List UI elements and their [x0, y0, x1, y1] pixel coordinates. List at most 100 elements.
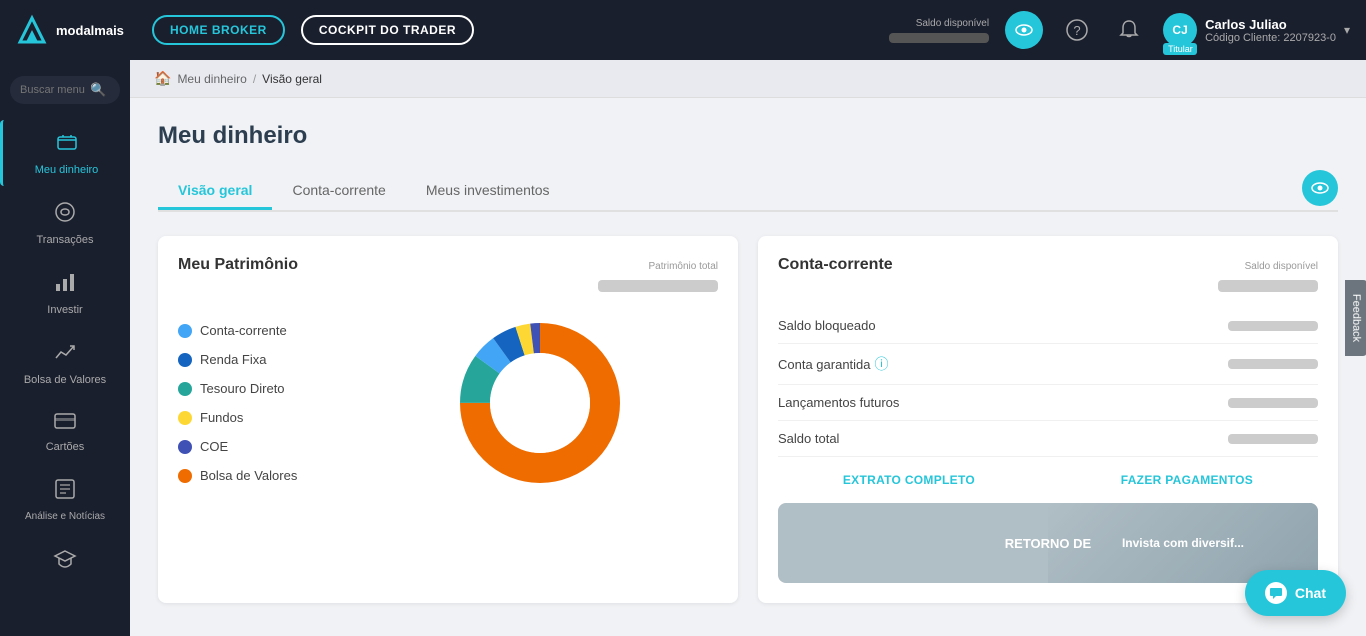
legend-dot-bolsa [178, 469, 192, 483]
sidebar-item-educacao[interactable] [0, 537, 130, 587]
promo-area: RETORNO DE Invista com diversif... [778, 503, 1318, 583]
feedback-tab[interactable]: Feedback [1345, 280, 1366, 356]
donut-chart [445, 308, 635, 498]
tab-meus-investimentos[interactable]: Meus investimentos [406, 172, 570, 208]
notification-button[interactable] [1111, 12, 1147, 48]
patrimonio-card-title: Meu Patrimônio [178, 256, 298, 274]
analise-icon [53, 477, 77, 507]
sidebar-item-label-analise-noticias: Análise e Notícias [25, 511, 105, 523]
sidebar-item-investir[interactable]: Investir [0, 260, 130, 326]
search-input[interactable] [20, 84, 90, 96]
saldo-disponivel-block: Saldo disponível [889, 18, 989, 43]
patrimonio-card-header: Meu Patrimônio Patrimônio total [178, 256, 718, 292]
cc-row-saldo-bloqueado: Saldo bloqueado [778, 308, 1318, 344]
conta-garantida-value-bar [1228, 359, 1318, 369]
legend-item-renda-fixa: Renda Fixa [178, 352, 338, 367]
educacao-icon [53, 547, 77, 577]
main-content: 🏠 Meu dinheiro / Visão geral Meu dinheir… [130, 60, 1366, 636]
legend-item-coe: COE [178, 439, 338, 454]
page-title: Meu dinheiro [158, 122, 1338, 150]
lancamentos-futuros-value-bar [1228, 398, 1318, 408]
user-area: CJ Titular Carlos Juliao Código Cliente:… [1163, 13, 1350, 47]
legend-item-tesouro-direto: Tesouro Direto [178, 381, 338, 396]
legend-dot-fundos [178, 411, 192, 425]
chat-icon [1269, 586, 1283, 600]
bell-icon [1119, 19, 1139, 41]
extrato-completo-button[interactable]: EXTRATO COMPLETO [843, 473, 975, 487]
eye-tab-button[interactable] [1302, 170, 1338, 206]
cards-row: Meu Patrimônio Patrimônio total Conta-co… [158, 236, 1338, 603]
help-button[interactable]: ? [1059, 12, 1095, 48]
sidebar-item-transacoes[interactable]: Transações [0, 190, 130, 256]
sidebar-item-label-investir: Investir [47, 304, 82, 316]
cc-row-conta-garantida: Conta garantida ⓘ [778, 344, 1318, 385]
fazer-pagamentos-button[interactable]: FAZER PAGAMENTOS [1121, 473, 1253, 487]
cockpit-do-trader-button[interactable]: COCKPIT DO TRADER [301, 15, 474, 45]
conta-corrente-card-title: Conta-corrente [778, 256, 893, 274]
saldo-disponivel-block-card: Saldo disponível [1218, 256, 1318, 292]
eye-tab-icon [1311, 182, 1329, 194]
saldo-bloqueado-value-bar [1228, 321, 1318, 331]
chat-button[interactable]: Chat [1245, 570, 1346, 616]
sidebar-item-label-bolsa-valores: Bolsa de Valores [24, 374, 106, 387]
sidebar-item-cartoes[interactable]: Cartões [0, 401, 130, 463]
legend-dot-tesouro-direto [178, 382, 192, 396]
conta-garantida-info-icon[interactable]: ⓘ [875, 354, 889, 374]
breadcrumb-parent: Meu dinheiro [177, 72, 246, 86]
legend-item-bolsa: Bolsa de Valores [178, 468, 338, 483]
bolsa-icon [53, 340, 77, 370]
patrimonio-total-value-bar [598, 280, 718, 292]
tab-visao-geral[interactable]: Visão geral [158, 172, 272, 208]
cc-actions: EXTRATO COMPLETO FAZER PAGAMENTOS [778, 473, 1318, 487]
patrimonio-total-label: Patrimônio total [649, 261, 718, 272]
search-icon: 🔍 [90, 82, 106, 98]
legend-dot-coe [178, 440, 192, 454]
saldo-disponivel-label: Saldo disponível [916, 18, 989, 29]
breadcrumb-current: Visão geral [262, 72, 322, 86]
question-icon: ? [1066, 19, 1088, 41]
user-name: Carlos Juliao [1205, 17, 1336, 32]
donut-chart-wrap [362, 308, 718, 498]
sidebar-item-bolsa-valores[interactable]: Bolsa de Valores [0, 330, 130, 397]
cc-row-lancamentos-futuros: Lançamentos futuros [778, 385, 1318, 421]
search-box[interactable]: 🔍 [10, 76, 120, 104]
patrimonio-body: Conta-corrente Renda Fixa Tesouro Direto [178, 308, 718, 498]
money-icon [55, 130, 79, 160]
breadcrumb-separator: / [253, 72, 256, 86]
promo-text: RETORNO DE [1005, 536, 1091, 551]
saldo-disponivel-card-label: Saldo disponível [1245, 261, 1318, 272]
user-avatar-wrap: CJ Titular [1163, 13, 1197, 47]
patrimonio-card: Meu Patrimônio Patrimônio total Conta-co… [158, 236, 738, 603]
legend-list: Conta-corrente Renda Fixa Tesouro Direto [178, 323, 338, 483]
tab-conta-corrente[interactable]: Conta-corrente [272, 172, 405, 208]
breadcrumb-home-icon: 🏠 [154, 70, 171, 87]
home-broker-button[interactable]: HOME BROKER [152, 15, 285, 45]
chat-bubble-icon [1265, 582, 1287, 604]
saldo-bar [889, 33, 989, 43]
legend-item-fundos: Fundos [178, 410, 338, 425]
investir-icon [53, 270, 77, 300]
chat-label: Chat [1295, 585, 1326, 601]
conta-corrente-card-header: Conta-corrente Saldo disponível [778, 256, 1318, 292]
sidebar-item-analise-noticias[interactable]: Análise e Notícias [0, 467, 130, 533]
svg-text:?: ? [1073, 23, 1080, 38]
logo-area: modalmais [16, 14, 136, 46]
cartoes-icon [53, 411, 77, 437]
tabs-bar: Visão geral Conta-corrente Meus investim… [158, 170, 1338, 212]
breadcrumb: 🏠 Meu dinheiro / Visão geral [130, 60, 1366, 98]
eye-toggle-button[interactable] [1005, 11, 1043, 49]
logo-icon [16, 14, 48, 46]
sidebar-item-label-meu-dinheiro: Meu dinheiro [35, 164, 99, 176]
legend-item-conta-corrente: Conta-corrente [178, 323, 338, 338]
cc-row-saldo-total: Saldo total [778, 421, 1318, 457]
logo-text: modalmais [56, 23, 124, 38]
sidebar-item-label-cartoes: Cartões [46, 441, 85, 453]
legend-dot-conta-corrente [178, 324, 192, 338]
saldo-disponivel-value-bar [1218, 280, 1318, 292]
sidebar-item-meu-dinheiro[interactable]: Meu dinheiro [0, 120, 130, 186]
sidebar-item-label-transacoes: Transações [36, 234, 93, 246]
user-menu-chevron-icon[interactable]: ▾ [1344, 23, 1350, 37]
eye-icon [1015, 24, 1033, 36]
legend-dot-renda-fixa [178, 353, 192, 367]
transacoes-icon [53, 200, 77, 230]
